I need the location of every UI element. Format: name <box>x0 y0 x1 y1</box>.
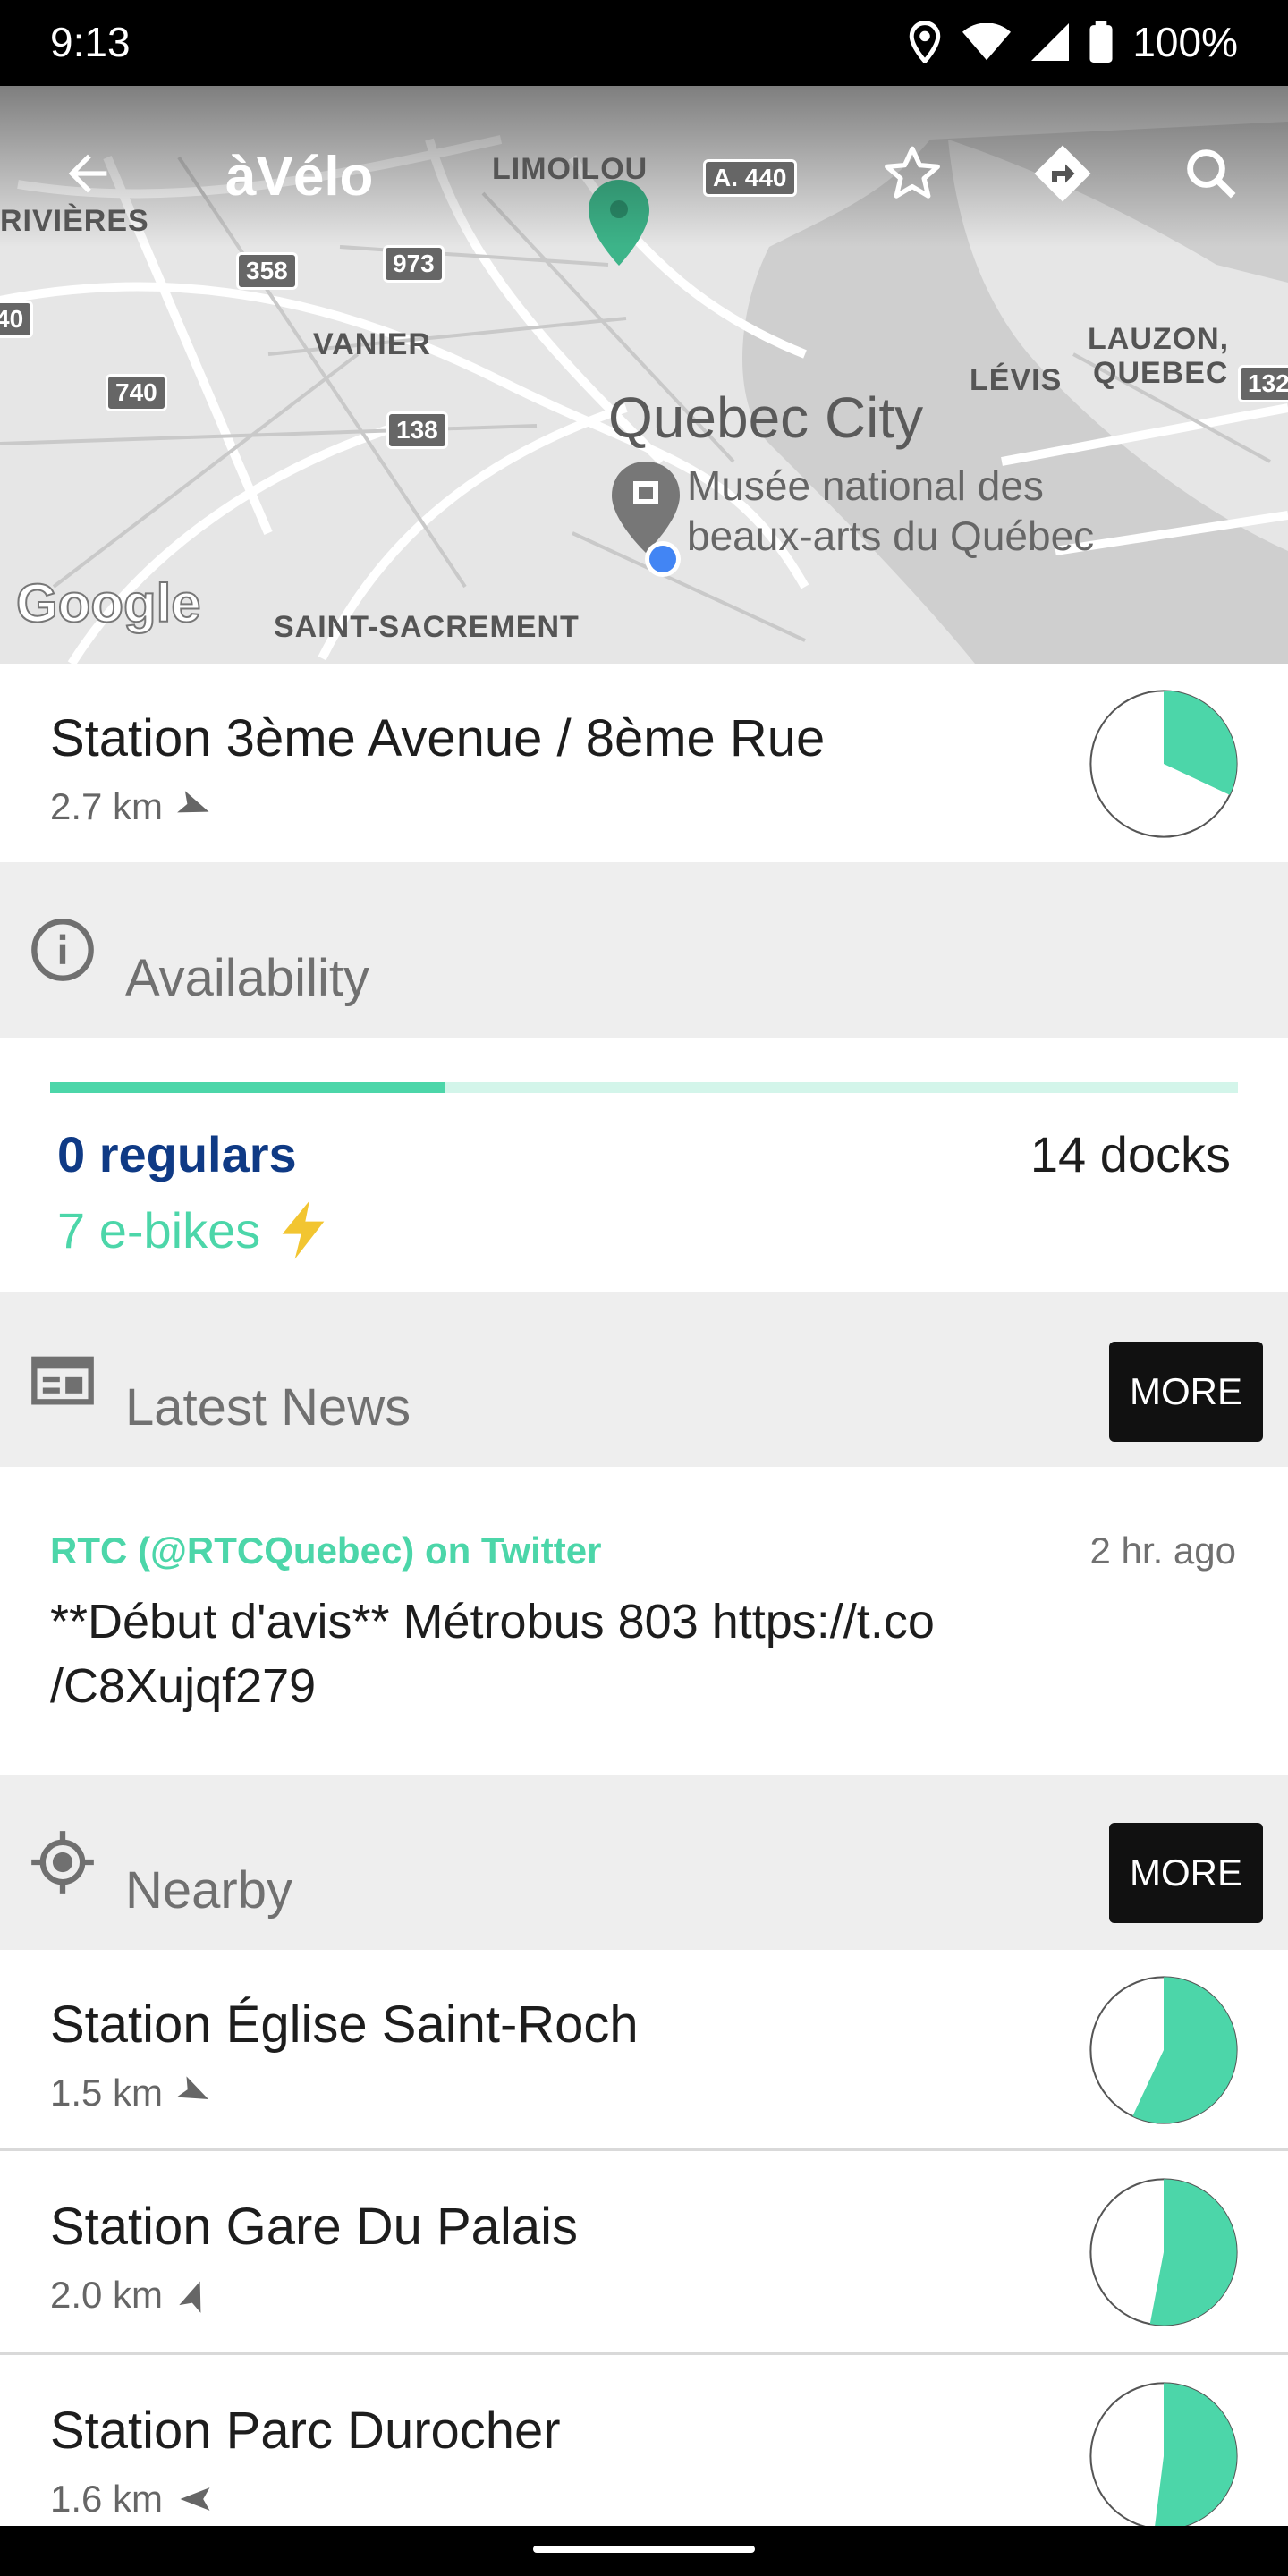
signal-icon <box>1031 23 1070 61</box>
nearby-station-distance: 1.5 km <box>50 2072 164 2114</box>
google-logo: Google <box>15 572 202 634</box>
status-time: 9:13 <box>50 19 131 65</box>
search-button[interactable] <box>1168 131 1254 216</box>
top-app-bar: àVélo <box>0 86 1288 265</box>
news-source: RTC (@RTCQuebec) on Twitter <box>50 1530 602 1572</box>
map-label-vanier: VANIER <box>313 327 431 361</box>
home-gesture-handle[interactable] <box>533 2546 755 2553</box>
road-shield-740: 740 <box>106 374 167 411</box>
map-label-quebec: QUEBEC <box>1093 356 1229 390</box>
map-label-city: Quebec City <box>608 386 924 450</box>
nearby-station-distance-row: 2.0 km <box>50 2274 215 2317</box>
directions-icon <box>1034 145 1091 202</box>
compass-arrow-icon <box>179 2281 201 2313</box>
nearby-station-name: Station Parc Durocher <box>50 2402 561 2460</box>
list-divider <box>0 2352 1288 2355</box>
news-item[interactable]: RTC (@RTCQuebec) on Twitter 2 hr. ago **… <box>0 1467 1288 1775</box>
news-heading: Latest News <box>125 1378 411 1436</box>
map-label-lauzon: LAUZON, <box>1088 322 1230 356</box>
favorite-button[interactable] <box>869 131 955 216</box>
road-shield-40: 40 <box>0 301 34 338</box>
nearby-station-distance: 1.6 km <box>50 2478 164 2520</box>
docks-count: 14 docks <box>1030 1126 1231 1182</box>
availability-heading: Availability <box>125 949 369 1007</box>
back-button[interactable] <box>45 131 131 216</box>
regulars-count: 0 regulars <box>57 1126 297 1182</box>
nearby-station-row[interactable]: Station Gare Du Palais 2.0 km <box>0 2152 1288 2351</box>
directions-button[interactable] <box>1020 131 1106 216</box>
road-shield-132: 132 <box>1238 365 1288 402</box>
station-availability-pie <box>1089 690 1238 838</box>
news-more-button[interactable]: MORE <box>1109 1342 1263 1442</box>
nearby-station-distance-row: 1.6 km <box>50 2478 215 2521</box>
nearby-station-pie <box>1089 2382 1238 2526</box>
availability-section-header: Availability <box>0 862 1288 1038</box>
list-divider <box>0 2148 1288 2151</box>
newspaper-icon <box>31 1356 94 1405</box>
news-time: 2 hr. ago <box>1089 1530 1236 1572</box>
info-icon <box>31 919 94 981</box>
battery-percent: 100% <box>1132 19 1238 65</box>
status-bar: 9:13 100% <box>0 0 1288 86</box>
lightning-bolt-icon <box>282 1200 325 1259</box>
ebikes-count: 7 e-bikes <box>57 1201 261 1258</box>
ebikes-row: 7 e-bikes <box>57 1200 328 1259</box>
availability-bar-fill <box>50 1082 446 1093</box>
nearby-station-row[interactable]: Station Église Saint-Roch 1.5 km <box>0 1950 1288 2148</box>
arrow-back-icon <box>68 154 107 193</box>
compass-arrow-icon <box>177 791 209 813</box>
map-poi-line1: Musée national des <box>687 462 1044 509</box>
station-distance: 2.7 km <box>50 785 164 827</box>
news-section-header: Latest News MORE <box>0 1292 1288 1467</box>
compass-arrow-icon <box>176 2076 209 2099</box>
status-icons: 100% <box>907 18 1238 66</box>
map-poi-line2: beaux-arts du Québec <box>687 513 1095 559</box>
wifi-icon <box>962 23 1012 61</box>
map-label-levis: LÉVIS <box>970 363 1063 397</box>
news-text-line2: /C8Xujqf279 <box>50 1659 317 1713</box>
road-shield-138: 138 <box>386 411 448 449</box>
system-navigation-bar <box>0 2526 1288 2576</box>
battery-icon <box>1089 21 1113 63</box>
compass-arrow-icon <box>180 2487 210 2511</box>
availability-panel: 0 regulars 14 docks 7 e-bikes <box>0 1038 1288 1292</box>
news-text-line1: **Début d'avis** Métrobus 803 https://t.… <box>50 1595 935 1648</box>
nearby-heading: Nearby <box>125 1861 292 1919</box>
station-name: Station 3ème Avenue / 8ème Rue <box>50 709 826 767</box>
availability-bar-track <box>50 1082 1238 1093</box>
nearby-station-name: Station Église Saint-Roch <box>50 1996 639 2054</box>
gps-target-icon <box>31 1831 94 1894</box>
nearby-station-distance-row: 1.5 km <box>50 2072 215 2114</box>
nearby-section-header: Nearby MORE <box>0 1775 1288 1950</box>
app-title: àVélo <box>225 146 374 208</box>
nearby-station-pie <box>1089 2178 1238 2326</box>
nearby-station-row[interactable]: Station Parc Durocher 1.6 km <box>0 2356 1288 2526</box>
nearby-station-name: Station Gare Du Palais <box>50 2198 578 2256</box>
nearby-station-distance: 2.0 km <box>50 2274 164 2316</box>
location-icon <box>910 21 941 63</box>
nearby-more-button[interactable]: MORE <box>1109 1823 1263 1923</box>
station-distance-row: 2.7 km <box>50 785 215 828</box>
search-icon <box>1187 149 1236 199</box>
map-label-saint-sacrement: SAINT-SACREMENT <box>274 610 580 644</box>
star-outline-icon <box>885 146 940 199</box>
nearby-station-pie <box>1089 1976 1238 2124</box>
station-header[interactable]: Station 3ème Avenue / 8ème Rue 2.7 km <box>0 664 1288 862</box>
